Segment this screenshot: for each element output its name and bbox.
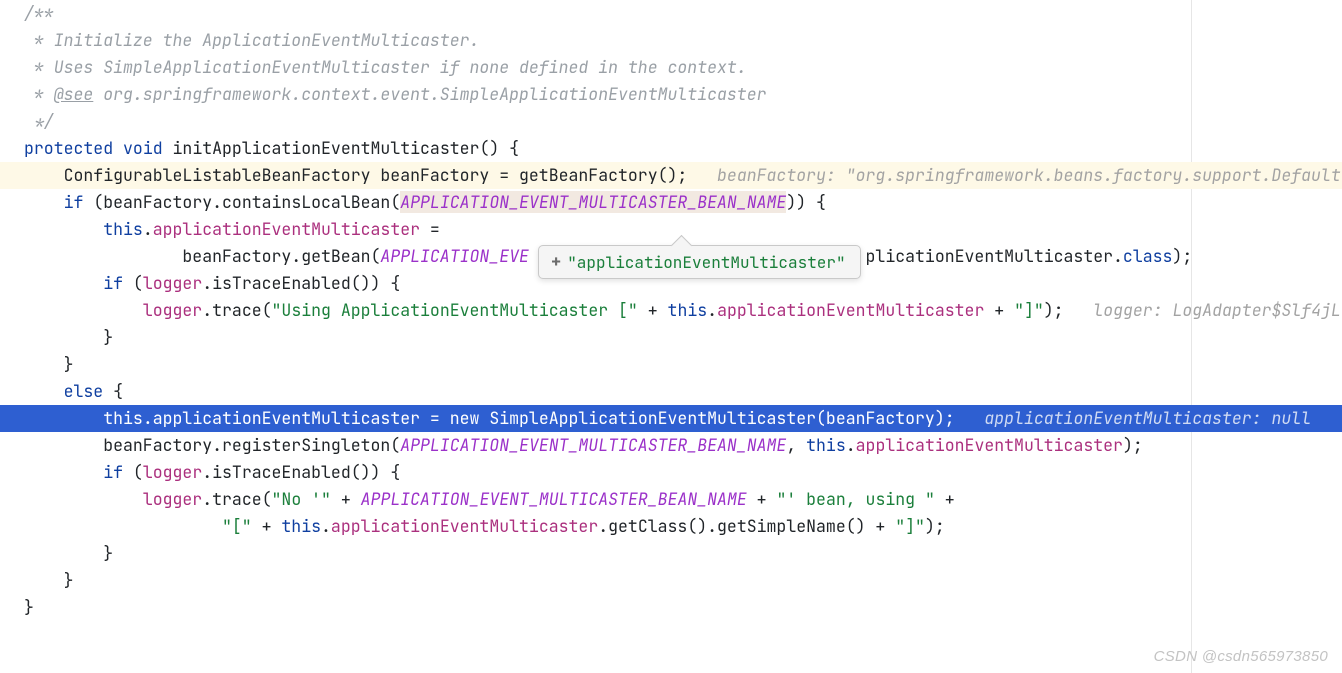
inline-hint: applicationEventMulticaster: null (984, 407, 1331, 429)
javadoc-close: */ (24, 110, 54, 132)
watermark: CSDN @csdn565973850 (1154, 648, 1328, 665)
code-line[interactable]: } (0, 540, 1342, 567)
code-line[interactable]: protected void initApplicationEventMulti… (0, 135, 1342, 162)
code-line[interactable]: else { (0, 378, 1342, 405)
code-editor[interactable]: /** * Initialize the ApplicationEventMul… (0, 0, 1342, 673)
code-line[interactable]: "[" + this.applicationEventMulticaster.g… (0, 513, 1342, 540)
inline-hint: logger: LogAdapter$Slf4jL (1093, 299, 1341, 321)
code-line[interactable]: this.applicationEventMulticaster = (0, 216, 1342, 243)
javadoc-text: * Initialize the ApplicationEventMultica… (24, 29, 479, 51)
code-line[interactable]: * Uses SimpleApplicationEventMulticaster… (0, 54, 1342, 81)
code-line[interactable]: } (0, 567, 1342, 594)
code-line[interactable]: } (0, 324, 1342, 351)
tooltip-value: "applicationEventMulticaster" (567, 252, 845, 273)
evaluate-tooltip[interactable]: + "applicationEventMulticaster" (538, 245, 861, 279)
method-name: initApplicationEventMulticaster (173, 137, 480, 159)
code-line[interactable]: * @see org.springframework.context.event… (0, 81, 1342, 108)
expand-icon[interactable]: + (551, 251, 561, 273)
inline-hint: beanFactory: "org.springframework.beans.… (717, 164, 1341, 186)
code-line[interactable]: } (0, 594, 1342, 621)
code-line[interactable]: } (0, 351, 1342, 378)
code-line[interactable]: if (beanFactory.containsLocalBean(APPLIC… (0, 189, 1342, 216)
code-line[interactable]: * Initialize the ApplicationEventMultica… (0, 27, 1342, 54)
highlighted-identifier: APPLICATION_EVENT_MULTICASTER_BEAN_NAME (400, 191, 786, 213)
code-line[interactable]: if (logger.isTraceEnabled()) { (0, 459, 1342, 486)
javadoc-text: * Uses SimpleApplicationEventMulticaster… (24, 56, 747, 78)
code-line[interactable]: ConfigurableListableBeanFactory beanFact… (0, 162, 1342, 189)
code-line[interactable]: /** (0, 0, 1342, 27)
javadoc-open: /** (24, 2, 54, 24)
code-line[interactable]: beanFactory.registerSingleton(APPLICATIO… (0, 432, 1342, 459)
code-line[interactable]: logger.trace("No '" + APPLICATION_EVENT_… (0, 486, 1342, 513)
code-line[interactable]: */ (0, 108, 1342, 135)
execution-line[interactable]: this.applicationEventMulticaster = new S… (0, 405, 1342, 432)
code-line[interactable]: logger.trace("Using ApplicationEventMult… (0, 297, 1342, 324)
javadoc-see-tag: @see (54, 83, 94, 105)
